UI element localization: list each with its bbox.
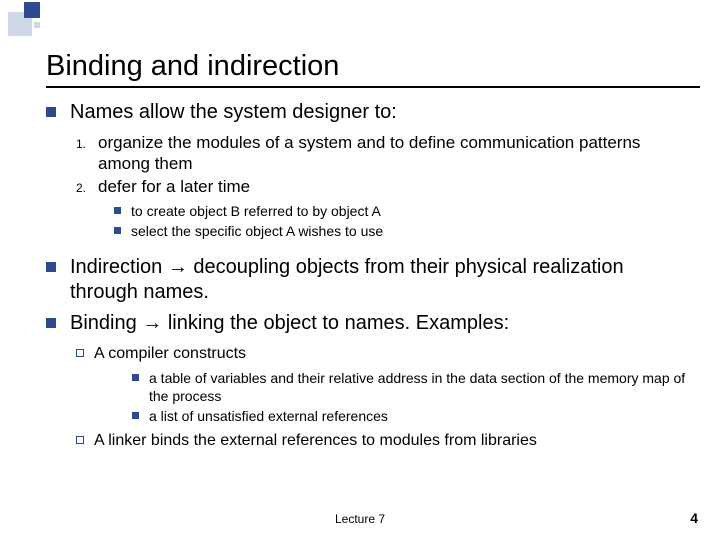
bullet-2-text: Indirection → decoupling objects from th… (70, 255, 696, 305)
open-text: A linker binds the external references t… (94, 431, 537, 451)
open-text: A compiler constructs (94, 344, 246, 364)
numbered-label: 2. (76, 181, 98, 195)
sub-list-2: a table of variables and their relative … (132, 369, 696, 426)
open-item-1: A compiler constructs (76, 344, 696, 364)
sub-text: select the specific object A wishes to u… (131, 222, 383, 240)
square-outline-bullet-icon (76, 436, 84, 444)
square-bullet-icon (46, 107, 56, 117)
bullet-3-text: Binding → linking the object to names. E… (70, 311, 509, 336)
title-rule (46, 86, 700, 88)
sub-text: to create object B referred to by object… (131, 202, 381, 220)
bullet-1: Names allow the system designer to: (46, 100, 696, 125)
sub-text: a table of variables and their relative … (149, 369, 696, 405)
sub-item: a list of unsatisfied external reference… (132, 407, 696, 425)
bullet-2: Indirection → decoupling objects from th… (46, 255, 696, 305)
slide-body: Names allow the system designer to: 1. o… (46, 100, 696, 455)
corner-decoration (0, 0, 56, 44)
square-bullet-small-icon (114, 227, 121, 234)
sub-item: select the specific object A wishes to u… (114, 222, 696, 240)
sub-item: to create object B referred to by object… (114, 202, 696, 220)
open-bullet-list: A compiler constructs a table of variabl… (76, 344, 696, 452)
bullet-3: Binding → linking the object to names. E… (46, 311, 696, 336)
page-number: 4 (690, 510, 698, 526)
sub-item: a table of variables and their relative … (132, 369, 696, 405)
bullet-1-text: Names allow the system designer to: (70, 100, 397, 125)
slide-title: Binding and indirection (46, 50, 339, 83)
numbered-list: 1. organize the modules of a system and … (76, 133, 696, 198)
numbered-text: organize the modules of a system and to … (98, 133, 696, 174)
square-bullet-small-icon (114, 207, 121, 214)
square-bullet-small-icon (132, 412, 139, 419)
numbered-label: 1. (76, 137, 98, 151)
numbered-text: defer for a later time (98, 177, 250, 198)
numbered-item-1: 1. organize the modules of a system and … (76, 133, 696, 174)
square-bullet-icon (46, 262, 56, 272)
open-item-2: A linker binds the external references t… (76, 431, 696, 451)
footer-lecture: Lecture 7 (0, 512, 720, 526)
square-bullet-icon (46, 318, 56, 328)
square-bullet-small-icon (132, 374, 139, 381)
square-outline-bullet-icon (76, 349, 84, 357)
sub-list-1: to create object B referred to by object… (114, 202, 696, 240)
numbered-item-2: 2. defer for a later time (76, 177, 696, 198)
sub-text: a list of unsatisfied external reference… (149, 407, 388, 425)
